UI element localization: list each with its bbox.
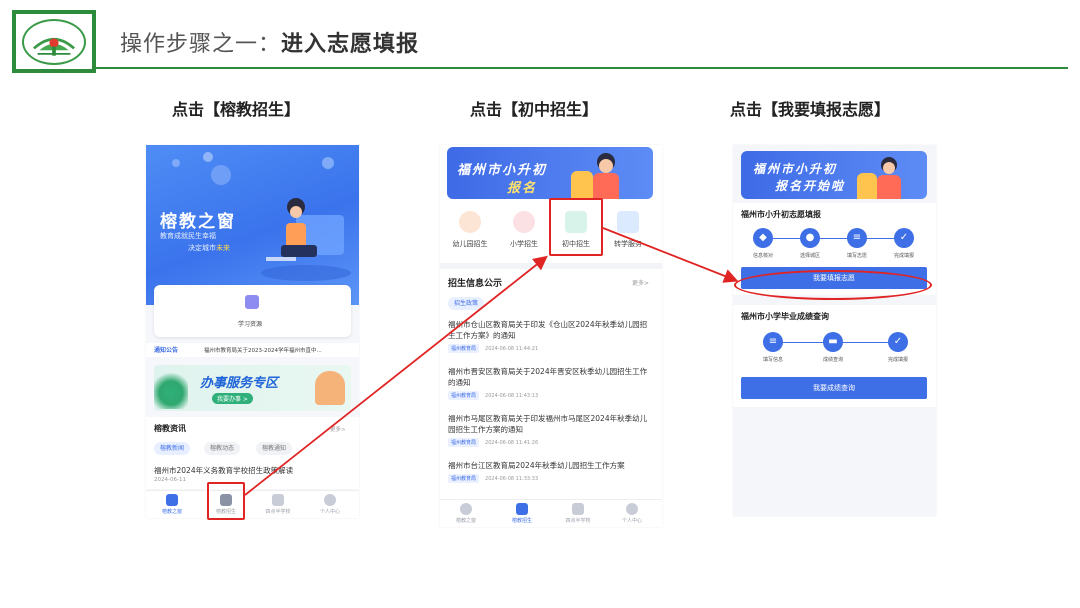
step-label: 填写志愿 (846, 253, 867, 259)
step-label: 成绩查询 (822, 357, 843, 363)
banner-line1: 福州市小升初 (457, 163, 548, 178)
book-icon (245, 295, 259, 309)
tab-window[interactable]: 榕教之窗 (152, 494, 192, 515)
phone-screen-application: 福州市小升初 报名开始啦 福州市小升初志愿填报 ◆ ● ≡ ✓ 信息核对 选择城… (733, 145, 936, 516)
step-3-label: 点击【我要填报志愿】 (730, 100, 891, 119)
tab-enrollment[interactable]: 榕教招生 (502, 503, 542, 524)
school-emblem-icon (22, 18, 86, 65)
step-label: 完成填报 (887, 357, 908, 363)
category-transfer[interactable]: 转学服务 (602, 211, 654, 249)
girl-face-icon (599, 159, 613, 173)
notice-text: 福州市教育局关于2023-2024学年福州市直中... (204, 348, 322, 354)
hero-title: 榕教之窗 (160, 212, 236, 232)
primary-school-icon (513, 211, 535, 233)
building-icon (272, 494, 284, 506)
news-more-link[interactable]: 更多> (330, 425, 346, 433)
tab-profile[interactable]: 个人中心 (310, 494, 350, 515)
user-icon (626, 503, 638, 515)
bottom-tabbar: 榕教之窗 榕教招生 四点半学校 个人中心 (146, 490, 359, 518)
tab-profile[interactable]: 个人中心 (612, 503, 652, 524)
hero-banner: 榕教之窗 教育成就民生幸福 决定城市未来 (146, 145, 359, 305)
highlight-enrollment-tab (207, 482, 245, 520)
category-primary[interactable]: 小学招生 (498, 211, 550, 249)
news-item[interactable]: 福州市台江区教育局2024年秋季幼儿园招生工作方案 福州教育局 2024-06-0… (448, 460, 654, 483)
tab-afterschool[interactable]: 四点半学校 (558, 503, 598, 524)
person-illustration (315, 371, 345, 405)
girl-body-icon (593, 173, 619, 199)
tab-window[interactable]: 榕教之窗 (446, 503, 486, 524)
girl-body-icon (877, 175, 901, 199)
score-section: 福州市小学毕业成绩查询 ≡ ▬ ✓ 填写信息 成绩查询 完成填报 我要成绩查询 (733, 305, 936, 407)
news-section-title: 榕教资讯 (154, 424, 186, 433)
step-label: 填写信息 (762, 357, 783, 363)
step-2-label: 点击【初中招生】 (470, 100, 599, 119)
step-label: 信息核对 (752, 253, 773, 259)
document-icon: ≡ (847, 228, 867, 248)
bottom-tabbar: 榕教之窗 榕教招生 四点半学校 个人中心 (440, 499, 662, 527)
layers-icon: ◆ (753, 228, 773, 248)
location-icon: ● (800, 228, 820, 248)
news-item[interactable]: 福州市仓山区教育局关于印发《仓山区2024年秋季幼儿园招生工作方案》的通知 福州… (448, 319, 654, 353)
check-icon: ✓ (894, 228, 914, 248)
news-item[interactable]: 福州市马尾区教育局关于印发福州市马尾区2024年秋季幼儿园招生工作方案的通知 福… (448, 413, 654, 447)
step-label: 选择城区 (799, 253, 820, 259)
news-tab-news[interactable]: 榕教新闻 (154, 442, 191, 455)
service-banner-title: 办事服务专区 (200, 376, 279, 391)
kindergarten-icon (459, 211, 481, 233)
application-banner: 福州市小升初 报名开始啦 (741, 151, 927, 199)
hero-subtitle-line2: 决定城市未来 (188, 244, 230, 252)
highlight-apply-button (734, 270, 932, 300)
document-icon: ≡ (763, 332, 783, 352)
learning-resources-card[interactable]: 学习资源 (154, 285, 351, 337)
highlight-junior-high (549, 198, 603, 256)
step-1-label: 点击【榕教招生】 (172, 100, 301, 119)
phone-screen-home: 榕教之窗 教育成就民生幸福 决定城市未来 学习资源 通知公告 福州市教育局关于2… (146, 145, 359, 518)
leaf-icon (154, 369, 188, 409)
school-logo (12, 10, 96, 73)
section-more-link[interactable]: 更多> (632, 278, 649, 287)
check-icon: ✓ (888, 332, 908, 352)
service-banner[interactable]: 办事服务专区 我要办事 > (154, 365, 351, 411)
news-section: 榕教资讯 更多> 榕教新闻 榕教动态 榕教通知 福州市2024年义务教育学校招生… (146, 417, 359, 489)
building-icon (572, 503, 584, 515)
notice-bar[interactable]: 通知公告 福州市教育局关于2023-2024学年福州市直中... (146, 343, 359, 357)
list-icon: ▬ (823, 332, 843, 352)
girl-face-icon (883, 162, 895, 174)
news-item-date: 2024-06-11 (154, 477, 186, 483)
section-separator (440, 263, 662, 269)
user-icon (324, 494, 336, 506)
news-item[interactable]: 福州市晋安区教育局关于2024年晋安区秋季幼儿园招生工作的通知 福州教育局 202… (448, 366, 654, 400)
score-section-title: 福州市小学毕业成绩查询 (741, 312, 829, 321)
policy-tag[interactable]: 招生政策 (448, 297, 485, 310)
steps-connector (763, 238, 903, 239)
banner-line1: 福州市小升初 (753, 162, 838, 176)
hero-subtitle-line1: 教育成就民生幸福 (160, 232, 216, 240)
edit-icon (516, 503, 528, 515)
notice-tag: 通知公告 (154, 347, 179, 354)
news-tab-notices[interactable]: 榕教通知 (256, 442, 293, 455)
card-label: 学习资源 (238, 321, 263, 328)
step-label: 完成填报 (893, 253, 914, 259)
news-item-title[interactable]: 福州市2024年义务教育学校招生政策解读 (154, 465, 293, 476)
boy-icon (857, 173, 877, 199)
section-title: 招生信息公示 (448, 279, 503, 289)
category-kindergarten[interactable]: 幼儿园招生 (444, 211, 496, 249)
home-icon (166, 494, 178, 506)
transfer-icon (617, 211, 639, 233)
banner-line2: 报名 (507, 181, 538, 196)
tab-afterschool[interactable]: 四点半学校 (258, 494, 298, 515)
enrollment-banner: 福州市小升初 报名 (447, 147, 653, 199)
header-divider (96, 67, 1068, 69)
page-title: 操作步骤之一：进入志愿填报 (120, 32, 420, 57)
boy-icon (571, 171, 593, 199)
banner-line2: 报名开始啦 (775, 179, 846, 193)
application-section-title: 福州市小升初志愿填报 (741, 210, 821, 219)
news-tab-dynamics[interactable]: 榕教动态 (204, 442, 241, 455)
service-banner-sub: 我要办事 > (212, 393, 253, 404)
home-icon (460, 503, 472, 515)
score-query-button[interactable]: 我要成绩查询 (741, 377, 927, 399)
